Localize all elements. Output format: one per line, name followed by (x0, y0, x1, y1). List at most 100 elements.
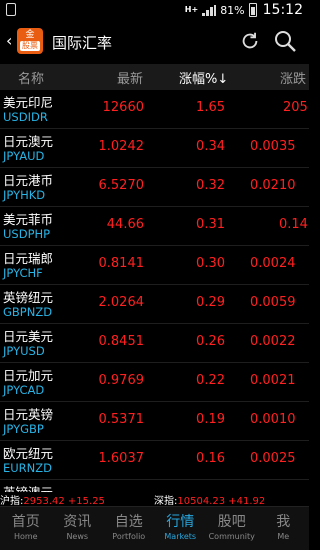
row-pct: 0.32 (196, 178, 225, 193)
table-row[interactable]: 日元英镑 JPYGBP 0.5371 0.19 0.0010 (0, 402, 309, 441)
index-ticker[interactable]: 沪指:2953.42 +15.25 深指:10504.23 +41.92 (0, 492, 309, 506)
row-change: 205 (283, 100, 308, 115)
row-pct: 0.16 (196, 451, 225, 466)
table-row[interactable]: 英镑纽元 GBPNZD 2.0264 0.29 0.0059 (0, 285, 309, 324)
row-code: JPYGBP (3, 422, 44, 436)
row-pct: 0.30 (196, 256, 225, 271)
row-code: GBPNZD (3, 305, 53, 319)
status-bar: H+ 81% 15:12 (0, 0, 309, 20)
row-latest: 0.5371 (98, 412, 145, 427)
header-pct-sort[interactable]: 涨幅%↓ (179, 68, 228, 87)
refresh-icon[interactable] (239, 30, 261, 52)
row-latest: 1.6037 (98, 451, 145, 466)
row-change: 0.0022 (250, 334, 296, 349)
row-latest: 6.5270 (98, 178, 145, 193)
table-row[interactable]: 英镑澳元 (0, 480, 309, 492)
row-code: JPYHKD (3, 188, 46, 202)
row-name: 日元英镑 (3, 407, 54, 422)
header-latest[interactable]: 最新 (117, 68, 143, 87)
tab-portfolio[interactable]: 自选 Portfolio (103, 507, 155, 550)
row-change: 0.0059 (250, 295, 296, 310)
row-change: 0.0210 (250, 178, 296, 193)
row-latest: 2.0264 (98, 295, 145, 310)
row-pct: 0.19 (196, 412, 225, 427)
tab-community[interactable]: 股吧 Community (206, 507, 258, 550)
row-latest: 0.8451 (98, 334, 145, 349)
row-change: 0.14 (279, 217, 308, 232)
row-pct: 1.65 (196, 100, 225, 115)
table-row[interactable]: 美元菲币 USDPHP 44.66 0.31 0.14 (0, 207, 309, 246)
tab-label: 首页 (11, 514, 40, 530)
table-row[interactable]: 日元美元 JPYUSD 0.8451 0.26 0.0022 (0, 324, 309, 363)
row-change: 0.0010 (250, 412, 296, 427)
table-header: 名称 最新 涨幅%↓ 涨跌 (0, 64, 309, 90)
tab-sublabel: Home (13, 532, 38, 541)
sh-index: 沪指:2953.42 +15.25 (0, 492, 105, 506)
row-pct: 0.29 (196, 295, 225, 310)
header-name[interactable]: 名称 (18, 68, 44, 87)
row-name: 英镑澳元 (3, 482, 53, 492)
battery-percent: 81% (220, 3, 245, 17)
bottom-tab-bar: 首页 Home 资讯 News 自选 Portfolio 行情 Markets … (0, 506, 309, 550)
row-name: 美元菲币 (3, 212, 54, 227)
sz-value: 10504.23 +41.92 (177, 496, 266, 506)
row-name: 日元澳元 (3, 134, 54, 149)
row-name: 美元印尼 (3, 95, 54, 110)
tab-sublabel: Portfolio (112, 532, 146, 541)
row-name: 欧元纽元 (3, 446, 54, 461)
row-change: 0.0035 (250, 139, 296, 154)
tab-news[interactable]: 资讯 News (52, 507, 104, 550)
row-name: 日元瑞郎 (3, 251, 54, 266)
battery-icon (248, 3, 257, 17)
table-row[interactable]: 日元瑞郎 JPYCHF 0.8141 0.30 0.0024 (0, 246, 309, 285)
rate-list: 美元印尼 USDIDR 12660 1.65 205 日元澳元 JPYAUD 1… (0, 90, 309, 492)
row-latest: 0.9769 (98, 373, 145, 388)
clock: 15:12 (262, 2, 303, 18)
row-name: 日元加元 (3, 368, 54, 383)
tab-label: 资讯 (63, 514, 92, 530)
search-icon[interactable] (273, 29, 297, 53)
status-right: H+ 81% 15:12 (185, 2, 303, 18)
header-change[interactable]: 涨跌 (280, 68, 306, 87)
sh-value: 2953.42 +15.25 (23, 496, 105, 506)
row-name: 日元港币 (3, 173, 54, 188)
tab-home[interactable]: 首页 Home (0, 507, 52, 550)
tab-sublabel: Me (277, 532, 290, 541)
row-code: USDIDR (3, 110, 48, 124)
row-pct: 0.26 (196, 334, 225, 349)
row-name: 日元美元 (3, 329, 54, 344)
row-code: EURNZD (3, 461, 53, 475)
row-change: 0.0025 (250, 451, 296, 466)
row-latest: 12660 (102, 100, 144, 115)
tab-sublabel: News (66, 532, 89, 541)
tab-sublabel: Markets (164, 532, 197, 541)
row-code: USDPHP (3, 227, 51, 241)
row-latest: 0.8141 (98, 256, 145, 271)
app-logo[interactable]: 金 股票 (17, 28, 43, 54)
row-latest: 44.66 (106, 217, 144, 232)
page-title: 国际汇率 (52, 34, 113, 52)
notification-icon (6, 3, 16, 16)
sz-label: 深指: (154, 496, 178, 506)
tab-markets[interactable]: 行情 Markets (155, 507, 207, 550)
back-chevron-icon[interactable]: ‹ (6, 31, 12, 50)
logo-top-text: 金 (25, 30, 35, 40)
sz-index: 深指:10504.23 +41.92 (154, 492, 265, 506)
row-name: 英镑纽元 (3, 290, 54, 305)
tab-me[interactable]: 我 Me (258, 507, 310, 550)
table-row[interactable]: 日元港币 JPYHKD 6.5270 0.32 0.0210 (0, 168, 309, 207)
tab-sublabel: Community (208, 532, 255, 541)
table-row[interactable]: 欧元纽元 EURNZD 1.6037 0.16 0.0025 (0, 441, 309, 480)
table-row[interactable]: 日元澳元 JPYAUD 1.0242 0.34 0.0035 (0, 129, 309, 168)
row-code: JPYCHF (3, 266, 43, 280)
sh-label: 沪指: (0, 496, 24, 506)
row-pct: 0.22 (196, 373, 225, 388)
table-row[interactable]: 日元加元 JPYCAD 0.9769 0.22 0.0021 (0, 363, 309, 402)
tab-label: 股吧 (217, 514, 246, 530)
app-bar: ‹ 金 股票 国际汇率 (0, 20, 309, 64)
signal-icon (202, 4, 217, 16)
tab-label: 行情 (166, 514, 195, 530)
table-row[interactable]: 美元印尼 USDIDR 12660 1.65 205 (0, 90, 309, 129)
row-change: 0.0021 (250, 373, 296, 388)
row-code: JPYCAD (3, 383, 45, 397)
